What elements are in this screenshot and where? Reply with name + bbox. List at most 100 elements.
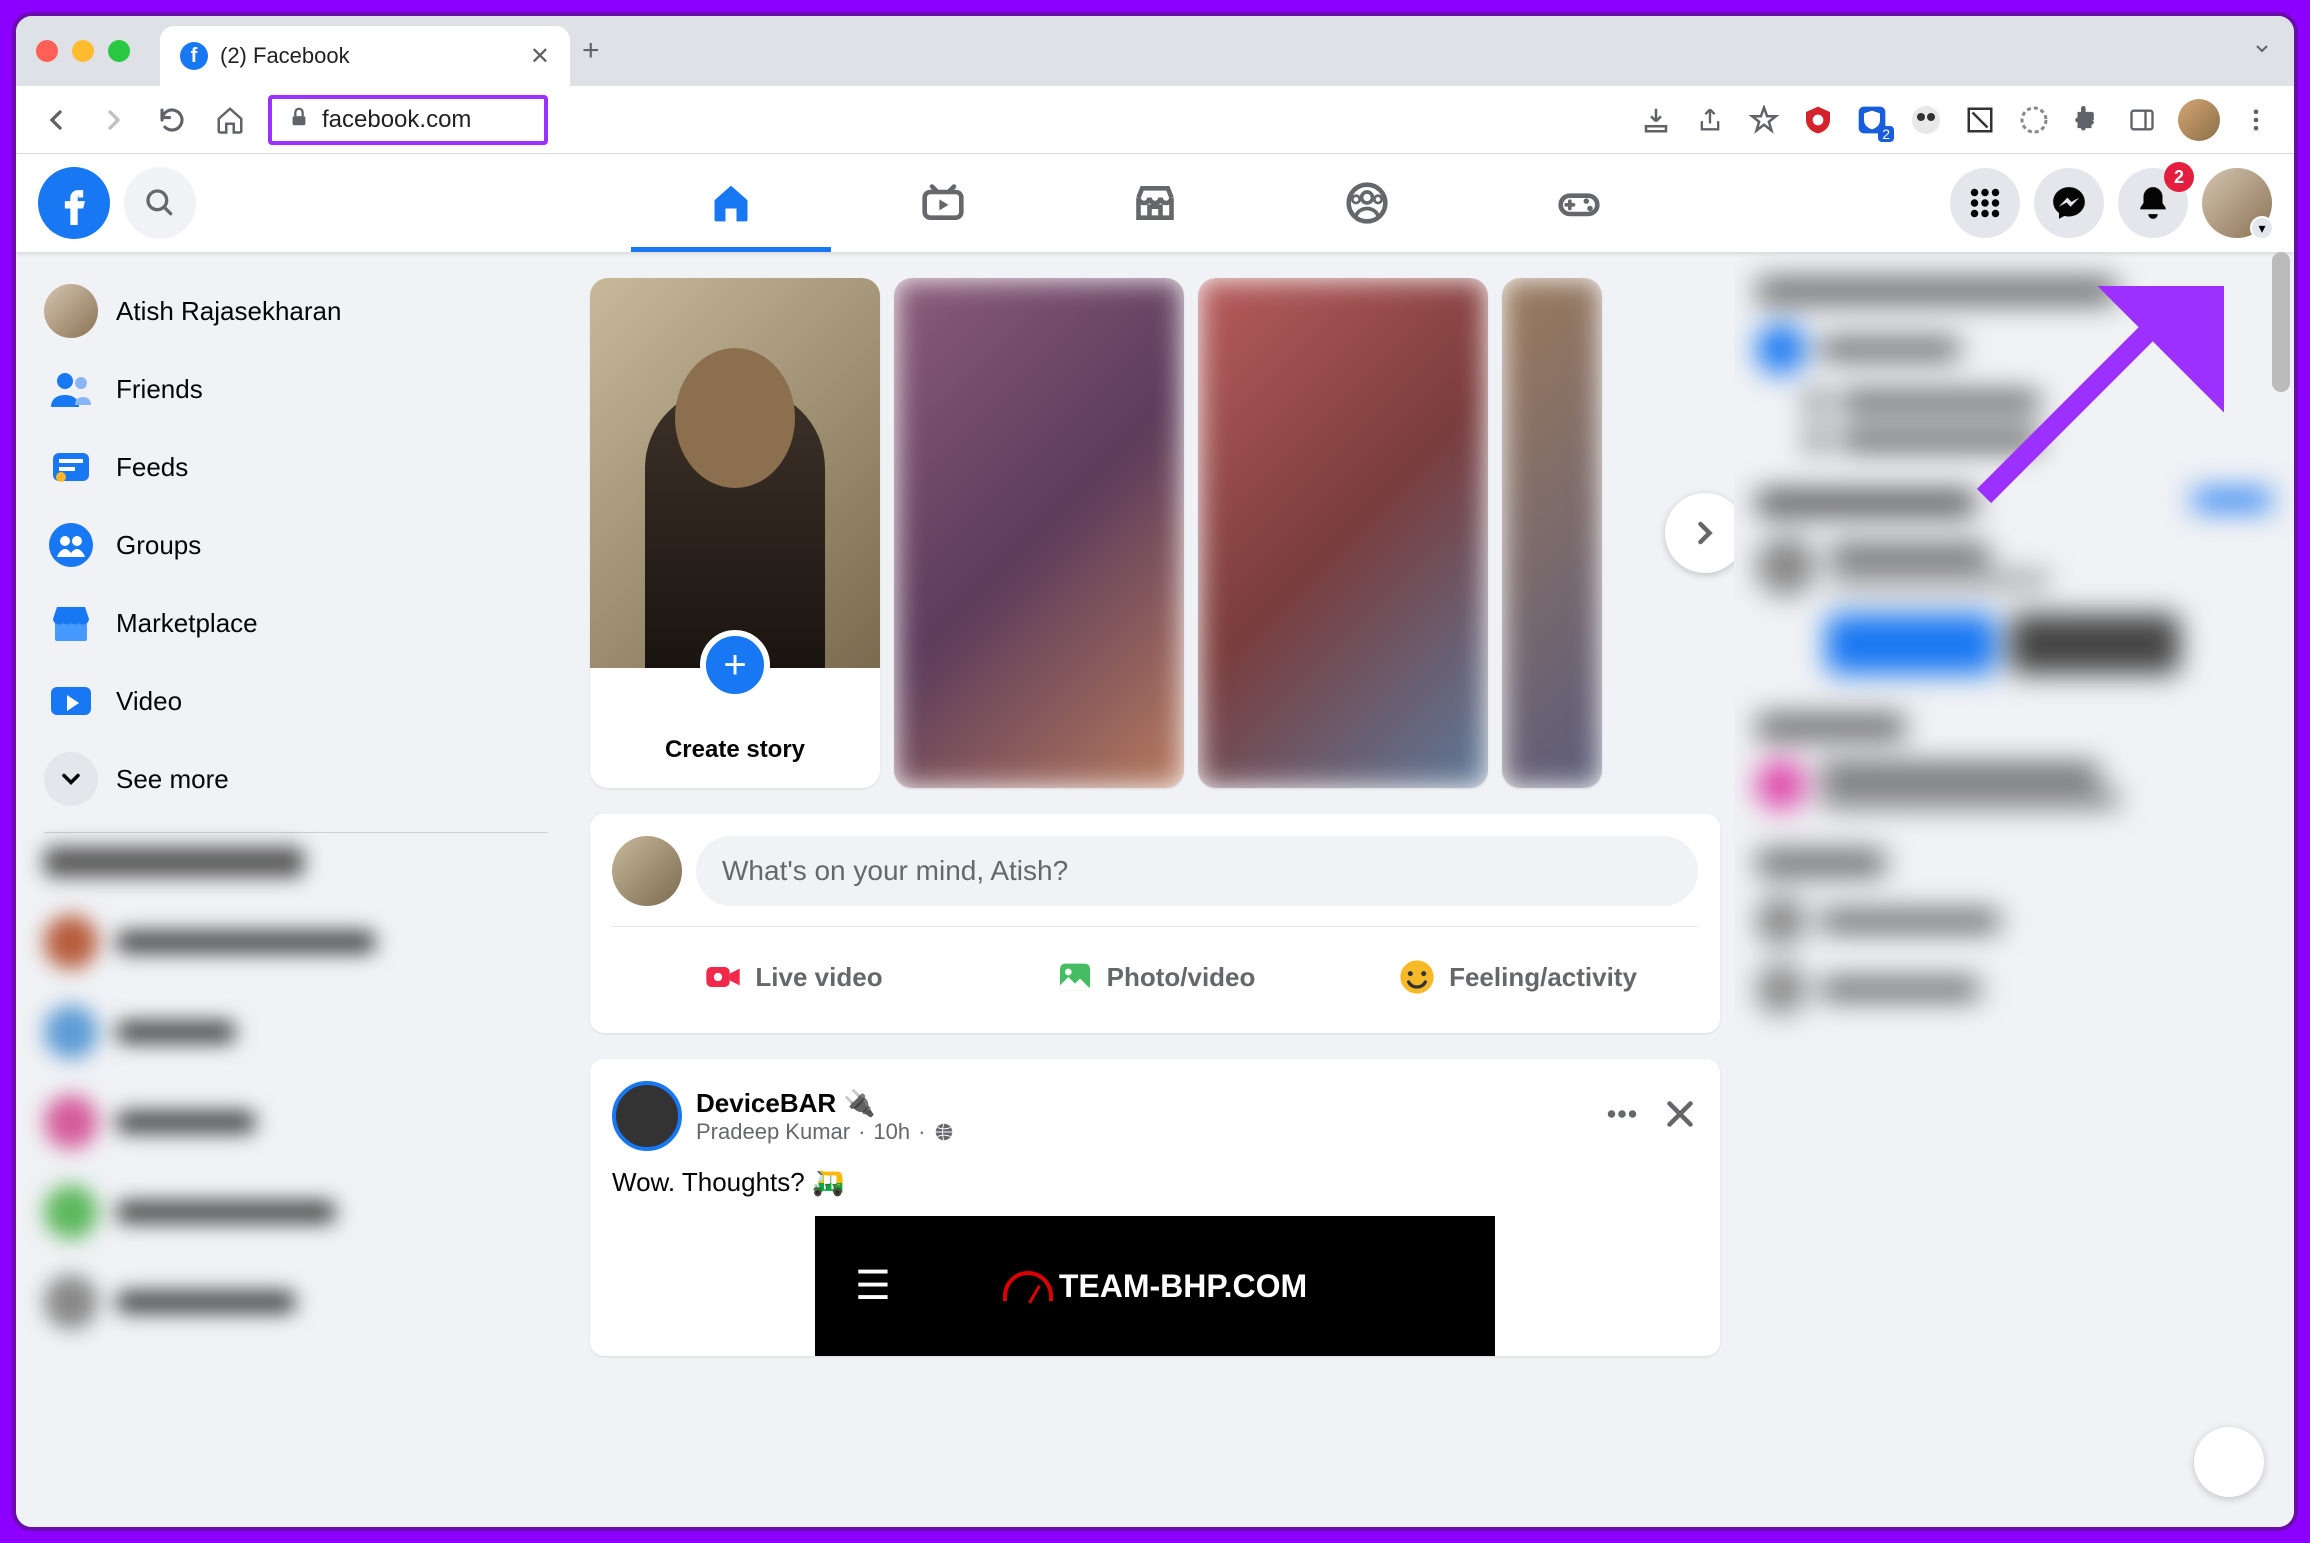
nav-marketplace[interactable] [1055, 156, 1255, 251]
install-app-icon[interactable] [1638, 102, 1674, 138]
extension-icon-5[interactable] [2016, 102, 2052, 138]
video-icon [921, 181, 965, 225]
sidebar-item-friends[interactable]: Friends [30, 350, 562, 428]
sidebar-item-marketplace[interactable]: Marketplace [30, 584, 562, 662]
notifications-badge: 2 [2164, 162, 2194, 192]
facebook-search-button[interactable] [124, 167, 196, 239]
composer-action-label: Feeling/activity [1449, 962, 1637, 993]
account-avatar-button[interactable]: ▾ [2202, 168, 2272, 238]
feeling-icon [1397, 957, 1437, 997]
post-image-logo: TEAM-BHP.COM [1003, 1268, 1307, 1305]
marketplace-icon [44, 596, 98, 650]
post-menu-button[interactable] [1604, 1096, 1640, 1137]
story-card[interactable] [1502, 278, 1602, 788]
traffic-lights [36, 40, 130, 62]
browser-toolbar: facebook.com 2 [16, 86, 2294, 154]
stories-next-button[interactable] [1665, 493, 1734, 573]
stories-row: + Create story [590, 278, 1720, 788]
divider [44, 832, 548, 833]
facebook-header-right: 2 ▾ [1950, 168, 2272, 238]
story-image [590, 278, 880, 668]
post-author[interactable]: Pradeep Kumar [696, 1119, 850, 1145]
groups-icon [44, 518, 98, 572]
plus-icon: + [700, 630, 770, 700]
facebook-logo[interactable] [38, 167, 110, 239]
sidebar-item-feeds[interactable]: Feeds [30, 428, 562, 506]
home-button[interactable] [210, 100, 250, 140]
feed-post: DeviceBAR 🔌 Pradeep Kumar · 10h · [590, 1059, 1720, 1356]
photo-icon [1055, 957, 1095, 997]
browser-tab-strip: f (2) Facebook ✕ + [16, 16, 2294, 86]
nav-gaming[interactable] [1479, 156, 1679, 251]
gaming-icon [1557, 181, 1601, 225]
chrome-menu-button[interactable] [2238, 102, 2274, 138]
create-story-label: Create story [590, 736, 880, 764]
create-story-card[interactable]: + Create story [590, 278, 880, 788]
extension-bitwarden-icon[interactable]: 2 [1854, 102, 1890, 138]
new-tab-button[interactable]: + [582, 34, 600, 68]
window-maximize-button[interactable] [108, 40, 130, 62]
forward-button[interactable] [94, 100, 134, 140]
composer-input[interactable]: What's on your mind, Atish? [696, 836, 1698, 906]
sidebar-item-profile[interactable]: Atish Rajasekharan [30, 272, 562, 350]
extensions-button[interactable] [2070, 102, 2106, 138]
window-close-button[interactable] [36, 40, 58, 62]
browser-tab[interactable]: f (2) Facebook ✕ [160, 26, 570, 86]
tab-title: (2) Facebook [220, 43, 518, 69]
address-bar[interactable]: facebook.com [268, 95, 548, 145]
new-message-button[interactable] [2194, 1427, 2264, 1497]
groups-icon [1345, 181, 1389, 225]
nav-video[interactable] [843, 156, 1043, 251]
post-image[interactable]: ☰ TEAM-BHP.COM [815, 1216, 1495, 1356]
side-panel-icon[interactable] [2124, 102, 2160, 138]
friends-icon [44, 362, 98, 416]
chrome-profile-avatar[interactable] [2178, 99, 2220, 141]
home-icon [709, 181, 753, 225]
composer-avatar[interactable] [612, 836, 682, 906]
notifications-button[interactable]: 2 [2118, 168, 2188, 238]
grid-icon [1967, 185, 2003, 221]
composer-action-label: Live video [755, 962, 882, 993]
facebook-favicon: f [180, 42, 208, 70]
sidebar-item-label: Feeds [116, 452, 188, 483]
composer-action-label: Photo/video [1107, 962, 1256, 993]
bookmark-star-icon[interactable] [1746, 102, 1782, 138]
reload-button[interactable] [152, 100, 192, 140]
sidebar-item-video[interactable]: Video [30, 662, 562, 740]
news-feed: + Create story What's on your mind, Atis… [576, 252, 1734, 1527]
extension-icon-4[interactable] [1962, 102, 1998, 138]
left-sidebar: Atish Rajasekharan Friends Feeds Groups … [16, 252, 576, 1527]
composer-live-video[interactable]: Live video [612, 943, 974, 1011]
messenger-button[interactable] [2034, 168, 2104, 238]
tabs-dropdown-button[interactable] [2250, 36, 2274, 67]
composer-feeling[interactable]: Feeling/activity [1336, 943, 1698, 1011]
sidebar-item-label: Video [116, 686, 182, 717]
nav-groups[interactable] [1267, 156, 1467, 251]
tab-close-button[interactable]: ✕ [530, 42, 550, 71]
nav-home[interactable] [631, 156, 831, 251]
back-button[interactable] [36, 100, 76, 140]
post-composer: What's on your mind, Atish? Live video P… [590, 814, 1720, 1033]
facebook-top-nav [631, 156, 1679, 251]
scrollbar[interactable] [2272, 252, 2290, 392]
menu-grid-button[interactable] [1950, 168, 2020, 238]
extension-ublock-icon[interactable] [1800, 102, 1836, 138]
hamburger-icon: ☰ [855, 1263, 891, 1309]
story-card[interactable] [894, 278, 1184, 788]
sidebar-see-more[interactable]: See more [30, 740, 562, 818]
video-icon [44, 674, 98, 728]
post-close-button[interactable] [1662, 1096, 1698, 1137]
extension-icon-3[interactable] [1908, 102, 1944, 138]
post-page-name[interactable]: DeviceBAR 🔌 [696, 1088, 1604, 1119]
window-minimize-button[interactable] [72, 40, 94, 62]
post-text: Wow. Thoughts? 🛺 [590, 1167, 1720, 1198]
feeds-icon [44, 440, 98, 494]
chevron-down-icon: ▾ [2250, 216, 2274, 240]
story-card[interactable] [1198, 278, 1488, 788]
composer-photo-video[interactable]: Photo/video [974, 943, 1336, 1011]
share-icon[interactable] [1692, 102, 1728, 138]
sidebar-item-groups[interactable]: Groups [30, 506, 562, 584]
globe-icon [933, 1121, 955, 1143]
post-page-avatar[interactable] [612, 1081, 682, 1151]
sidebar-item-label: See more [116, 764, 229, 795]
